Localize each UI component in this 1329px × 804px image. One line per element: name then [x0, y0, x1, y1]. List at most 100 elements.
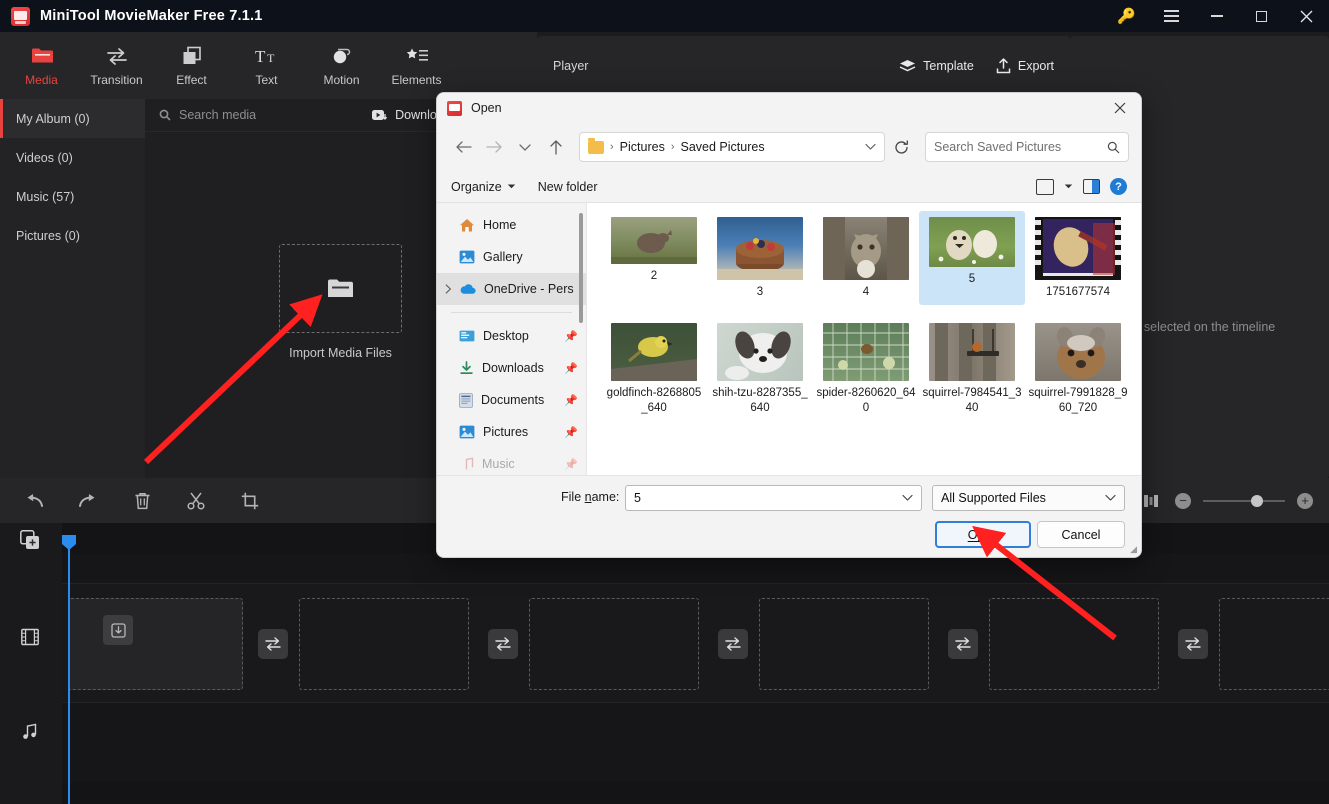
file-type-select[interactable]: All Supported Files [932, 485, 1125, 511]
ribbon-tab-text[interactable]: TT Text [229, 32, 304, 99]
file-name-combo[interactable] [625, 485, 922, 511]
help-icon[interactable]: ? [1110, 178, 1127, 195]
sidebar-item-downloads[interactable]: Downloads 📌 [437, 352, 586, 384]
refresh-icon[interactable] [888, 134, 914, 160]
close-button[interactable] [1284, 0, 1329, 32]
chevron-down-icon[interactable] [1064, 183, 1073, 190]
key-icon[interactable]: 🔑 [1104, 0, 1149, 32]
search-media-input[interactable]: Search media [179, 108, 256, 122]
redo-icon[interactable] [76, 489, 100, 513]
scissors-icon[interactable] [184, 489, 208, 513]
import-media-dropzone[interactable] [279, 244, 402, 333]
file-item[interactable]: 3 [707, 211, 813, 305]
file-item[interactable]: goldfinch-8268805_640 [601, 317, 707, 421]
transition-slot-icon[interactable] [718, 629, 748, 659]
file-name: 3 [756, 286, 764, 298]
sidebar-item-music[interactable]: Music 📌 [437, 448, 586, 475]
view-layout-icon[interactable] [1036, 178, 1054, 195]
chevron-down-icon[interactable] [865, 143, 876, 151]
playhead-handle[interactable] [62, 535, 76, 550]
playhead[interactable] [62, 535, 76, 804]
timeline-clip-slot[interactable] [68, 598, 243, 690]
file-item[interactable]: 4 [813, 211, 919, 305]
transition-slot-icon[interactable] [488, 629, 518, 659]
timeline-clip-slot[interactable] [1219, 598, 1329, 690]
fit-timeline-icon[interactable] [1139, 489, 1163, 513]
transition-slot-icon[interactable] [258, 629, 288, 659]
close-icon[interactable] [1099, 93, 1141, 123]
timeline-audio-track[interactable] [62, 703, 1329, 783]
zoom-slider-handle[interactable] [1251, 494, 1263, 507]
trash-icon[interactable] [130, 489, 154, 513]
dialog-search-input[interactable] [934, 140, 1107, 154]
pin-icon[interactable]: 📌 [564, 394, 578, 407]
pin-icon[interactable]: 📌 [564, 458, 578, 471]
pin-icon[interactable]: 📌 [564, 362, 578, 375]
sidebar-item-desktop[interactable]: Desktop 📌 [437, 320, 586, 352]
ribbon-tab-effect[interactable]: Effect [154, 32, 229, 99]
timeline-video-track[interactable] [62, 583, 1329, 703]
file-item[interactable]: spider-8260620_640 [813, 317, 919, 421]
breadcrumb-item-saved-pictures[interactable]: Saved Pictures [681, 140, 765, 154]
sidebar-item-documents[interactable]: Documents 📌 [437, 384, 586, 416]
transition-slot-icon[interactable] [948, 629, 978, 659]
file-name-input[interactable] [634, 491, 902, 505]
ribbon-tab-media[interactable]: Media [4, 32, 79, 99]
timeline-clip-slot[interactable] [529, 598, 699, 690]
dialog-search-box[interactable] [925, 132, 1129, 162]
file-item[interactable]: squirrel-7991828_960_720 [1025, 317, 1131, 421]
forward-arrow-icon[interactable] [480, 133, 508, 161]
ribbon-tab-elements[interactable]: Elements [379, 32, 454, 99]
undo-icon[interactable] [22, 489, 46, 513]
chevron-right-icon[interactable] [445, 284, 452, 294]
library-item-music[interactable]: Music (57) [0, 177, 145, 216]
ribbon-tab-motion[interactable]: Motion [304, 32, 379, 99]
file-item[interactable]: 2 [601, 211, 707, 305]
ribbon-tab-transition[interactable]: Transition [79, 32, 154, 99]
sidebar-item-pictures[interactable]: Pictures 📌 [437, 416, 586, 448]
organize-button[interactable]: Organize [451, 180, 516, 194]
chevron-down-icon[interactable] [902, 494, 913, 502]
file-item[interactable]: shih-tzu-8287355_640 [707, 317, 813, 421]
sidebar-item-gallery[interactable]: Gallery [437, 241, 586, 273]
timeline-clip-slot[interactable] [759, 598, 929, 690]
search-icon[interactable] [1107, 141, 1120, 154]
menu-icon[interactable] [1149, 0, 1194, 32]
pin-icon[interactable]: 📌 [564, 426, 578, 439]
chevron-down-icon[interactable] [511, 133, 539, 161]
maximize-button[interactable] [1239, 0, 1284, 32]
add-track-icon[interactable] [20, 530, 40, 550]
up-arrow-icon[interactable] [542, 133, 570, 161]
breadcrumb-item-pictures[interactable]: Pictures [620, 140, 665, 154]
file-item[interactable]: 1751677574 [1025, 211, 1131, 305]
sidebar-item-onedrive[interactable]: OneDrive - Pers [437, 273, 586, 305]
pin-icon[interactable]: 📌 [564, 330, 578, 343]
sidebar-item-home[interactable]: Home [437, 209, 586, 241]
breadcrumb[interactable]: › Pictures › Saved Pictures [579, 132, 885, 162]
library-item-my-album[interactable]: My Album (0) [0, 99, 145, 138]
resize-grip[interactable]: ◢ [1130, 544, 1137, 555]
new-folder-button[interactable]: New folder [538, 180, 598, 194]
chevron-down-icon[interactable] [1105, 494, 1116, 502]
library-item-videos[interactable]: Videos (0) [0, 138, 145, 177]
export-button[interactable]: Export [996, 58, 1054, 74]
zoom-slider[interactable] [1203, 494, 1285, 507]
zoom-out-button[interactable]: − [1175, 492, 1191, 509]
download-box-icon[interactable] [103, 615, 133, 645]
timeline-clip-slot[interactable] [989, 598, 1159, 690]
minimize-button[interactable] [1194, 0, 1239, 32]
file-item[interactable]: 5 [919, 211, 1025, 306]
transition-slot-icon[interactable] [1178, 629, 1208, 659]
file-grid[interactable]: 2 3 4 5 1751677574 goldfinch-8268805_640… [587, 203, 1141, 475]
sidebar-scrollbar[interactable] [579, 213, 583, 323]
preview-pane-icon[interactable] [1083, 179, 1100, 194]
template-button[interactable]: Template [899, 59, 974, 74]
timeline-clip-slot[interactable] [299, 598, 469, 690]
file-item[interactable]: squirrel-7984541_340 [919, 317, 1025, 421]
zoom-in-button[interactable]: + [1297, 492, 1313, 509]
crop-icon[interactable] [238, 489, 262, 513]
back-arrow-icon[interactable] [449, 133, 477, 161]
cancel-button[interactable]: Cancel [1037, 521, 1125, 548]
open-button[interactable]: Open [935, 521, 1031, 548]
library-item-pictures[interactable]: Pictures (0) [0, 216, 145, 255]
